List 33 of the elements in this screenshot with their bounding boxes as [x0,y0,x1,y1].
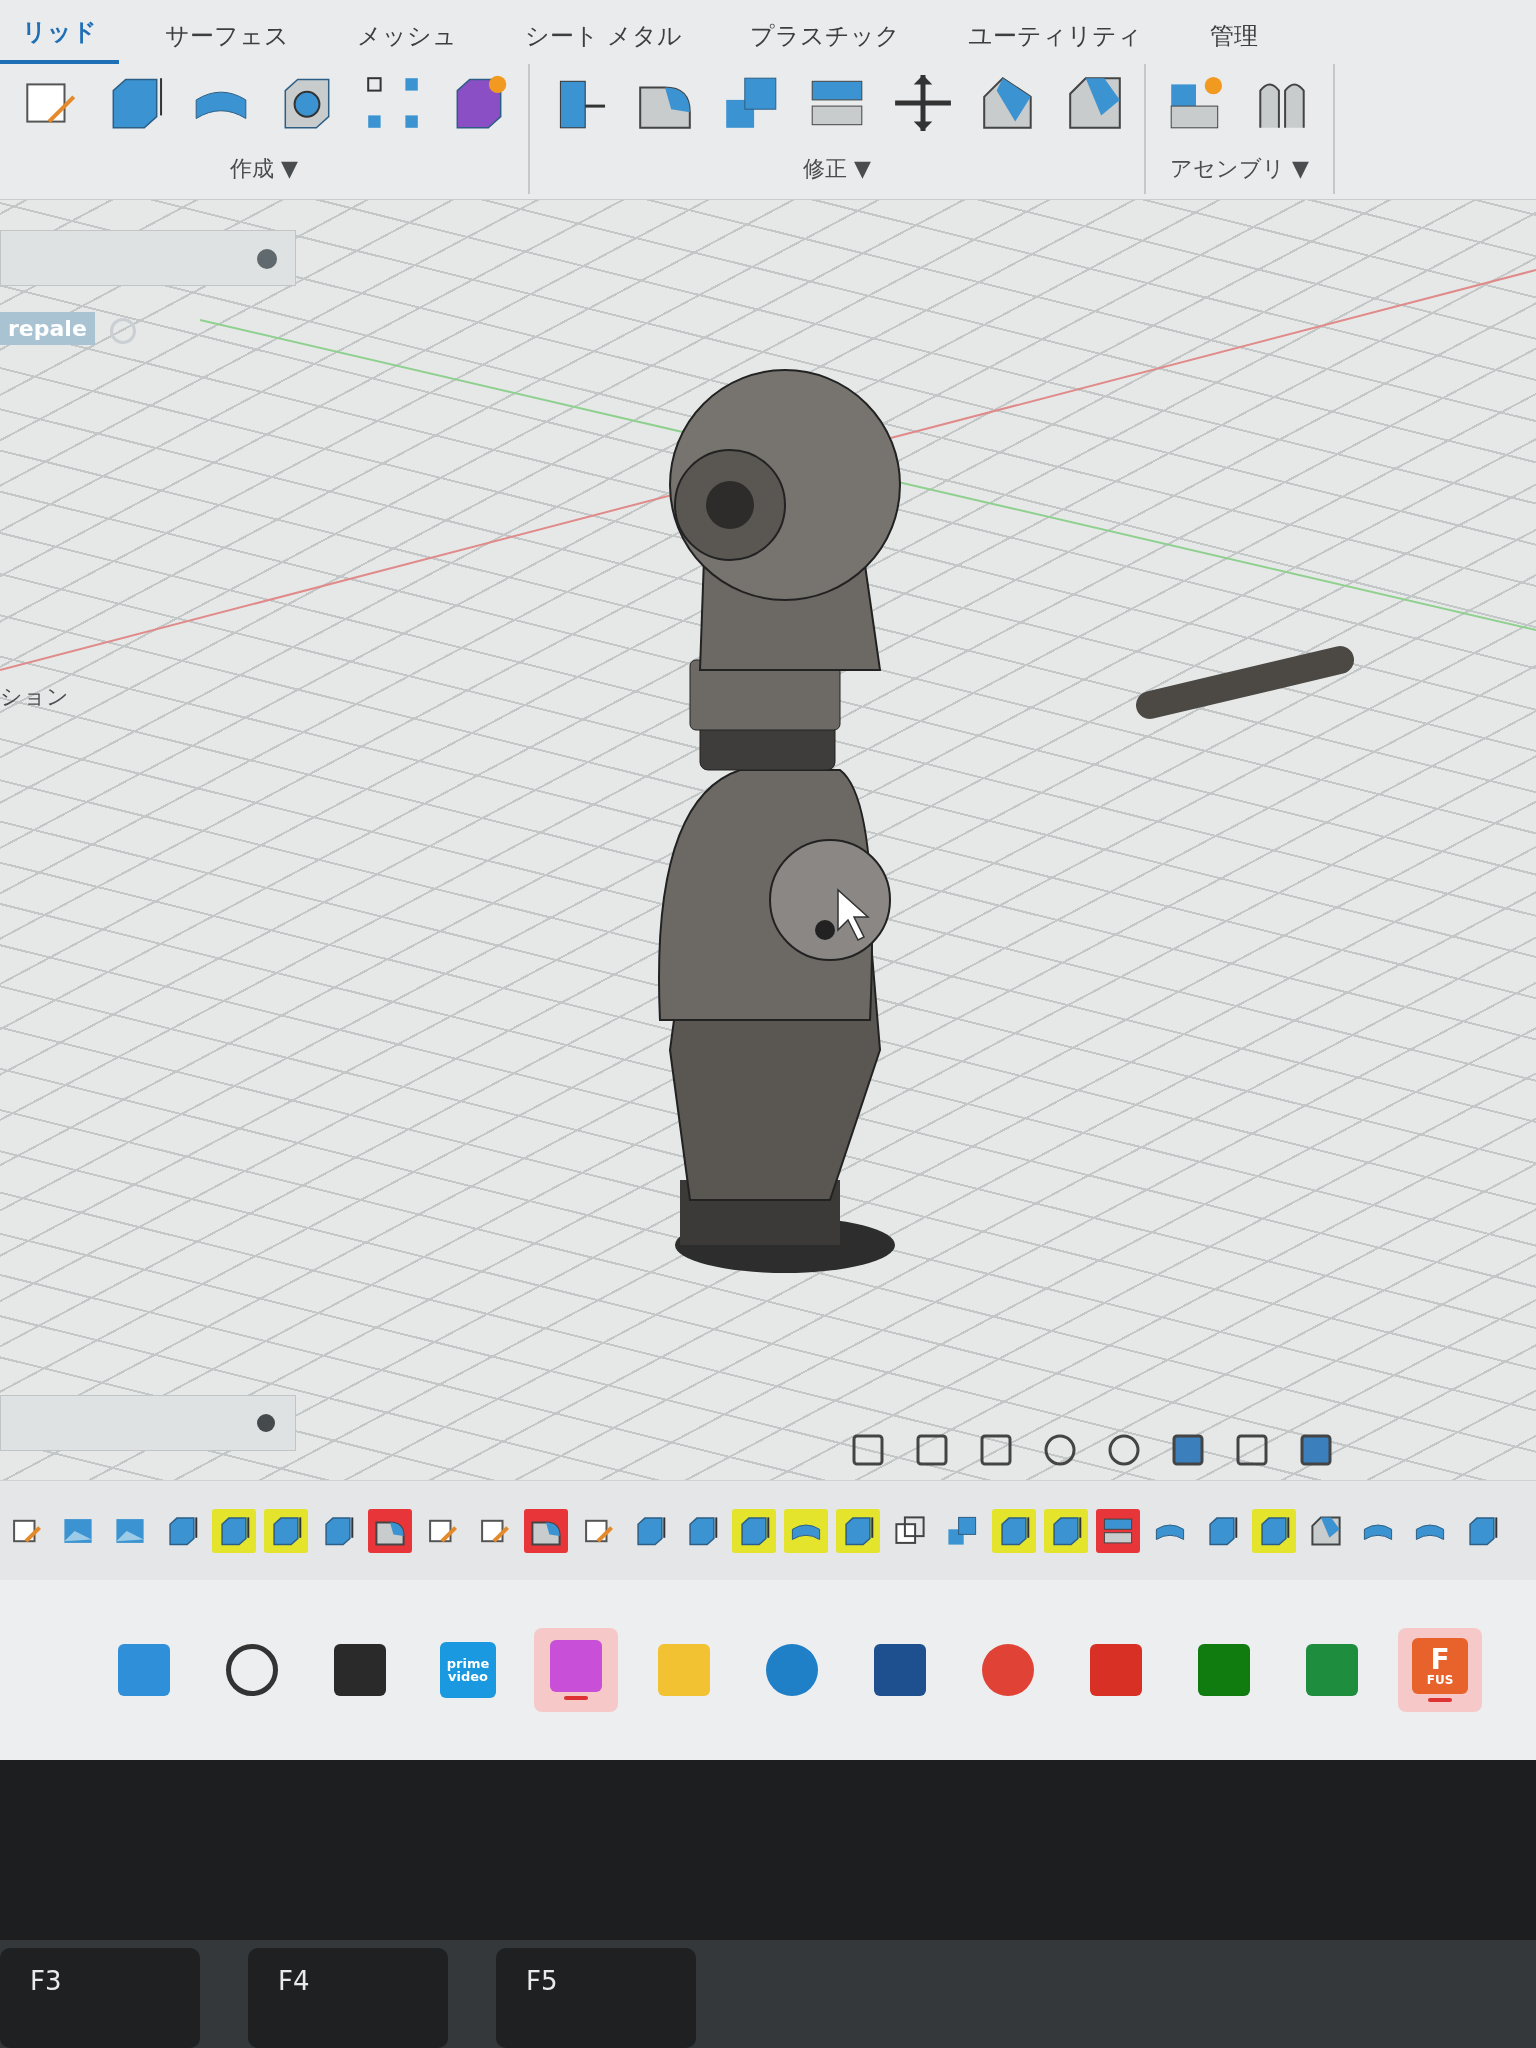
keyboard-key[interactable]: F3 [0,1948,200,2048]
app-letter: F [1430,1646,1450,1674]
revolve-feature-icon[interactable] [784,1508,828,1553]
cursor-icon [837,888,870,941]
extrude-feature-icon[interactable] [1044,1508,1088,1553]
ribbon-tab[interactable]: シート メタル [503,10,704,64]
extrude-feature-icon[interactable] [992,1508,1036,1553]
move-tool-icon[interactable] [892,72,954,134]
logo-text: prime video [445,1657,491,1683]
collapse-icon[interactable] [257,249,277,269]
ribbon-tab[interactable]: 管理 [1187,10,1280,64]
extrude-feature-icon[interactable] [212,1508,256,1553]
ribbon-tab[interactable]: ユーティリティ [945,10,1164,64]
extrude-feature-icon[interactable] [1252,1508,1296,1553]
group-dropdown[interactable]: アセンブリ ▼ [1164,151,1315,186]
add-icon[interactable] [257,1414,275,1432]
fillet-feature-icon[interactable] [368,1508,412,1553]
keyboard-key[interactable]: F4 [248,1948,448,2048]
browser-folder-label[interactable]: ション [0,680,69,713]
radio-icon[interactable] [110,318,136,344]
extrude-feature-icon[interactable] [732,1508,776,1553]
group-dropdown[interactable]: 修正 ▼ [797,151,877,186]
ribbon-tab[interactable]: サーフェス [143,10,311,64]
extrude-feature-icon[interactable] [264,1508,308,1553]
keyboard-key[interactable]: F5 [496,1948,696,2048]
split-feature-icon[interactable] [1096,1508,1140,1553]
extrude-feature-icon[interactable] [836,1508,880,1553]
fillet-feature-icon[interactable] [524,1508,568,1553]
ribbon-tab[interactable]: プラスチック [727,10,922,64]
app-badge-text: FUS [1426,1674,1454,1686]
ribbon-tab[interactable]: メッシュ [335,10,479,64]
group-dropdown[interactable]: 作成 ▼ [224,151,304,186]
ribbon-tab[interactable]: リッド [0,6,119,64]
